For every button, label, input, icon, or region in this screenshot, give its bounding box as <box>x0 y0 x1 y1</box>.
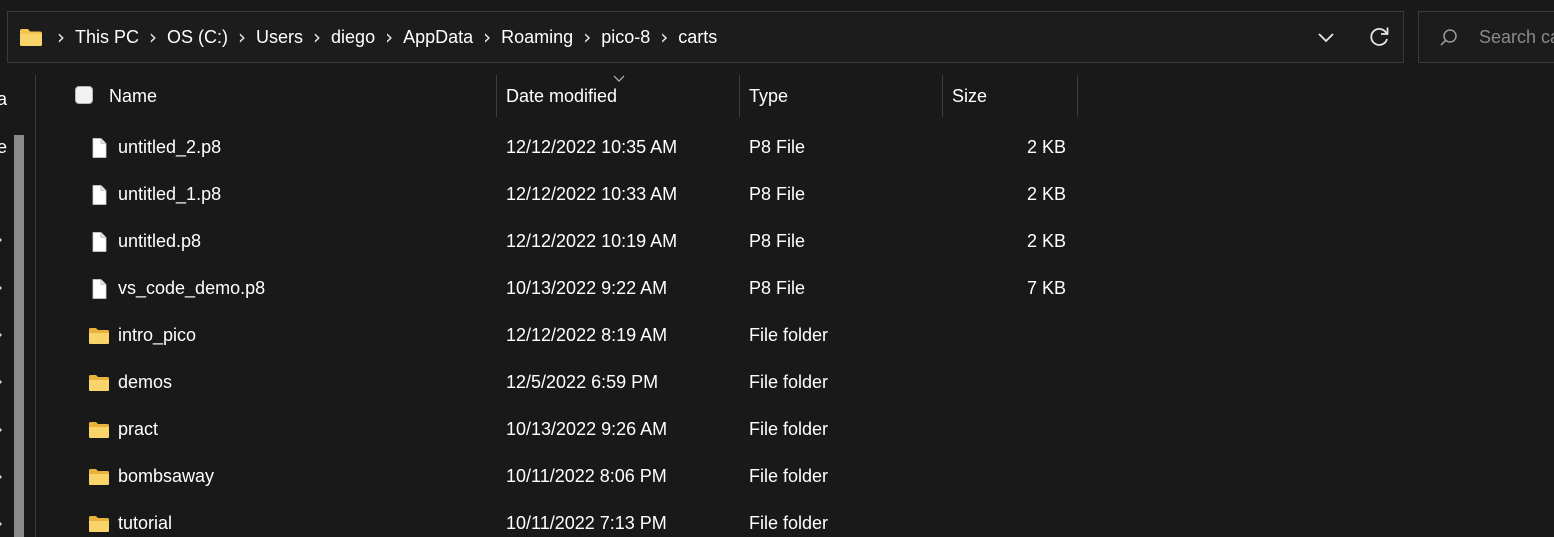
column-header-date-modified[interactable]: Date modified <box>506 86 617 107</box>
file-type: File folder <box>749 466 829 486</box>
file-date-modified: 12/5/2022 6:59 PM <box>506 372 659 392</box>
folder-icon <box>88 466 110 488</box>
sort-descending-icon <box>613 75 625 82</box>
breadcrumb-separator-icon[interactable]: › <box>574 12 600 62</box>
breadcrumb-separator-icon[interactable]: › <box>651 12 677 62</box>
file-row[interactable]: untitled_2.p8 12/12/2022 10:35 AM P8 File 2… <box>36 124 1096 171</box>
file-type: File folder <box>749 513 829 533</box>
file-name: bombsaway <box>118 466 215 486</box>
file-name: tutorial <box>118 513 173 533</box>
breadcrumb-item[interactable]: pico-8 <box>600 27 651 48</box>
chevron-right-icon[interactable] <box>0 377 4 387</box>
file-type: P8 File <box>749 184 806 204</box>
file-type: P8 File <box>749 137 806 157</box>
file-size: 2 KB <box>1026 137 1066 157</box>
search-box[interactable]: Search carts <box>1418 11 1554 63</box>
breadcrumb-separator-icon[interactable]: › <box>474 12 500 62</box>
file-type: P8 File <box>749 278 806 298</box>
chevron-right-icon[interactable] <box>0 235 4 245</box>
search-input[interactable]: Search carts <box>1479 27 1554 48</box>
folder-icon <box>88 325 110 347</box>
file-name: vs_code_demo.p8 <box>118 278 266 298</box>
file-type: P8 File <box>749 231 806 251</box>
file-date-modified: 12/12/2022 8:19 AM <box>506 325 668 345</box>
chevron-right-icon[interactable] <box>0 283 4 293</box>
file-icon <box>88 137 110 159</box>
file-row[interactable]: untitled.p8 12/12/2022 10:19 AM P8 File 2 K… <box>36 218 1096 265</box>
nav-scrollbar[interactable] <box>14 135 24 537</box>
file-size: 2 KB <box>1026 231 1066 251</box>
file-date-modified: 10/13/2022 9:26 AM <box>506 419 668 439</box>
file-row[interactable]: bombsaway 10/11/2022 8:06 PM File folder <box>36 453 1096 500</box>
file-name: untitled.p8 <box>118 231 202 251</box>
breadcrumb-item[interactable]: OS (C:) <box>166 27 229 48</box>
breadcrumb-item[interactable]: carts <box>677 27 718 48</box>
breadcrumb-separator-icon[interactable]: › <box>140 12 166 62</box>
breadcrumb-separator-icon[interactable]: › <box>229 12 255 62</box>
search-icon <box>1440 29 1457 46</box>
file-type: File folder <box>749 325 829 345</box>
column-header-size[interactable]: Size <box>952 86 987 107</box>
file-name: demos <box>118 372 173 392</box>
file-size: 7 KB <box>1026 278 1066 298</box>
refresh-icon[interactable] <box>1366 24 1392 50</box>
file-row[interactable]: pract 10/13/2022 9:26 AM File folder <box>36 406 1096 453</box>
chevron-right-icon[interactable] <box>0 472 4 482</box>
file-date-modified: 12/12/2022 10:19 AM <box>506 231 678 251</box>
file-icon <box>88 231 110 253</box>
column-divider[interactable] <box>1077 75 1078 117</box>
file-row[interactable]: untitled_1.p8 12/12/2022 10:33 AM P8 File 2… <box>36 171 1096 218</box>
column-divider[interactable] <box>496 75 497 117</box>
file-date-modified: 12/12/2022 10:33 AM <box>506 184 678 204</box>
breadcrumb: › This PC › OS (C:) › Users › diego › AppData › Roa… <box>48 12 718 62</box>
select-all-checkbox[interactable] <box>75 86 93 104</box>
breadcrumb-separator-icon[interactable]: › <box>48 12 74 62</box>
nav-item-label[interactable]: e <box>0 137 7 158</box>
breadcrumb-item[interactable]: Users <box>255 27 304 48</box>
file-name: intro_pico <box>118 325 197 345</box>
file-date-modified: 10/11/2022 8:06 PM <box>506 466 667 486</box>
file-row[interactable]: demos 12/5/2022 6:59 PM File folder <box>36 359 1096 406</box>
breadcrumb-item[interactable]: diego <box>330 27 376 48</box>
folder-icon <box>20 29 42 46</box>
file-row[interactable]: vs_code_demo.p8 10/13/2022 9:22 AM P8 File… <box>36 265 1096 312</box>
breadcrumb-item[interactable]: Roaming <box>500 27 574 48</box>
column-header-type[interactable]: Type <box>749 86 788 107</box>
column-header-row: Name Date modified Type Size <box>36 75 1096 117</box>
file-date-modified: 12/12/2022 10:35 AM <box>506 137 678 157</box>
chevron-right-icon[interactable] <box>0 425 4 435</box>
file-date-modified: 10/11/2022 7:13 PM <box>506 513 667 533</box>
breadcrumb-item[interactable]: AppData <box>402 27 474 48</box>
file-name: untitled_1.p8 <box>118 184 222 204</box>
file-type: File folder <box>749 419 829 439</box>
file-name: untitled_2.p8 <box>118 137 222 157</box>
file-icon <box>88 184 110 206</box>
breadcrumb-item[interactable]: This PC <box>74 27 140 48</box>
chevron-down-icon[interactable] <box>1312 26 1340 50</box>
folder-icon <box>88 513 110 535</box>
file-size: 2 KB <box>1026 184 1066 204</box>
column-header-name[interactable]: Name <box>109 86 157 107</box>
column-divider[interactable] <box>739 75 740 117</box>
file-name: pract <box>118 419 159 439</box>
address-bar[interactable]: › This PC › OS (C:) › Users › diego › AppData › Roa… <box>7 11 1404 63</box>
breadcrumb-separator-icon[interactable]: › <box>304 12 330 62</box>
file-type: File folder <box>749 372 829 392</box>
file-icon <box>88 278 110 300</box>
file-explorer-window: › This PC › OS (C:) › Users › diego › AppData › Roa… <box>0 0 1554 537</box>
column-divider[interactable] <box>942 75 943 117</box>
folder-icon <box>88 419 110 441</box>
file-row[interactable]: intro_pico 12/12/2022 8:19 AM File folder <box>36 312 1096 359</box>
file-row[interactable]: tutorial 10/11/2022 7:13 PM File folder <box>36 500 1096 537</box>
nav-item-label[interactable]: a <box>0 89 7 110</box>
file-date-modified: 10/13/2022 9:22 AM <box>506 278 668 298</box>
breadcrumb-separator-icon[interactable]: › <box>376 12 402 62</box>
folder-icon <box>88 372 110 394</box>
chevron-right-icon[interactable] <box>0 519 4 529</box>
chevron-right-icon[interactable] <box>0 330 4 340</box>
